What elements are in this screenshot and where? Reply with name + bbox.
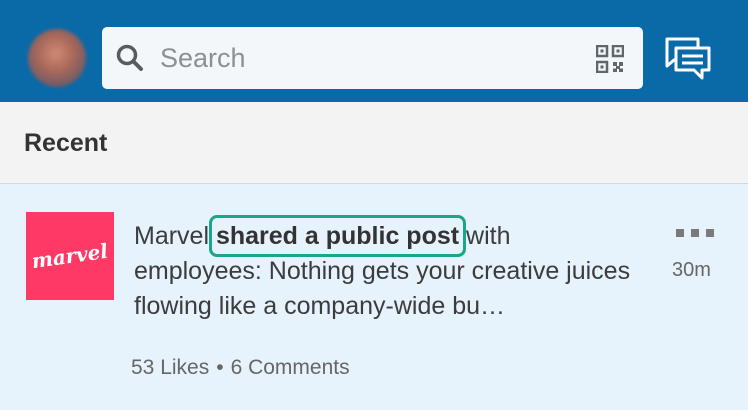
dot (676, 229, 684, 237)
profile-avatar[interactable] (28, 29, 86, 87)
comments-count[interactable]: 6 Comments (231, 356, 350, 379)
search-icon (116, 44, 143, 71)
dot (691, 229, 699, 237)
separator: • (216, 356, 224, 379)
logo-text: marvel (32, 239, 108, 273)
actor-name[interactable]: Marvel (134, 222, 209, 250)
search-bar[interactable] (102, 27, 643, 89)
likes-count[interactable]: 53 Likes (131, 356, 209, 379)
social-counts: 53 Likes • 6 Comments (131, 356, 350, 380)
qr-code-icon[interactable] (596, 45, 624, 73)
marvel-logo-icon: marvel (32, 239, 108, 273)
search-input[interactable] (160, 38, 580, 78)
messaging-icon[interactable] (664, 36, 712, 80)
top-bar (0, 0, 748, 102)
company-logo[interactable]: marvel (26, 212, 114, 300)
notification-item[interactable]: marvel Marvel shared a public post with … (0, 185, 748, 410)
notification-text[interactable]: Marvel shared a public post with employe… (134, 215, 634, 324)
timestamp: 30m (672, 259, 711, 281)
dot (706, 229, 714, 237)
section-title: Recent (24, 129, 108, 157)
section-header: Recent (0, 102, 748, 184)
action-text: shared a public post (208, 215, 467, 257)
more-options-button[interactable] (676, 225, 724, 241)
